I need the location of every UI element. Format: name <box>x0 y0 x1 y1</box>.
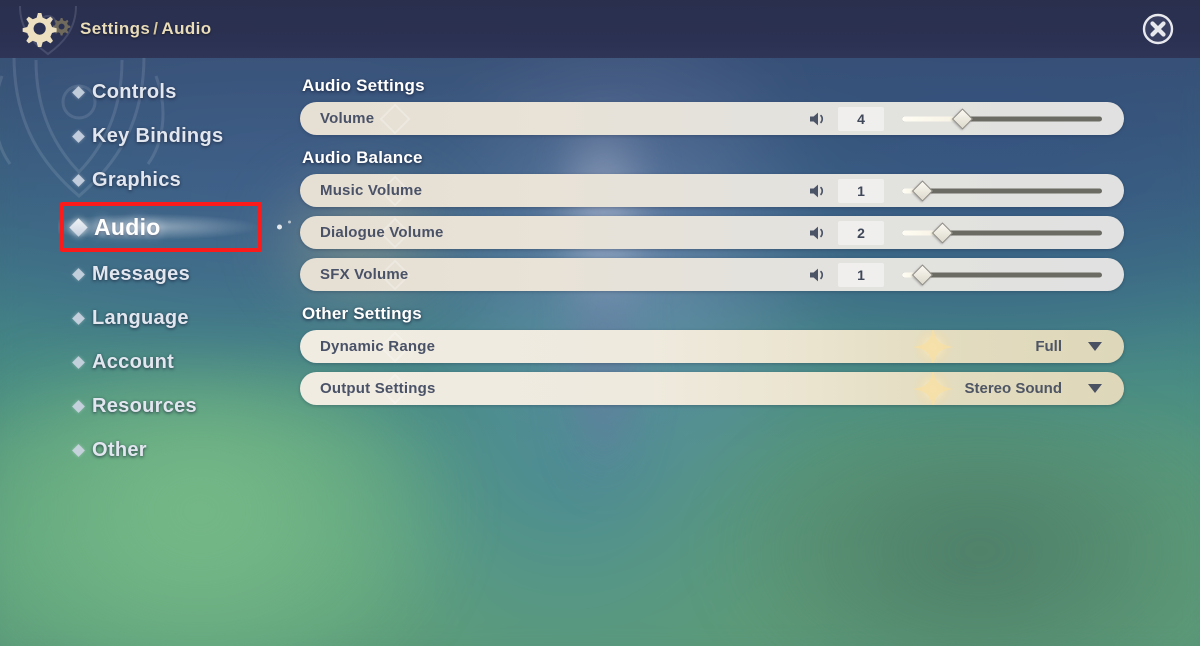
speaker-icon[interactable] <box>808 182 828 200</box>
setting-label: Dynamic Range <box>320 338 436 355</box>
chevron-down-icon[interactable] <box>1088 342 1102 351</box>
breadcrumb-current: Audio <box>161 19 212 38</box>
volume-slider[interactable] <box>902 221 1102 245</box>
close-icon <box>1142 13 1174 45</box>
sparkle-icon <box>910 330 956 363</box>
diamond-bullet-icon <box>72 399 85 413</box>
dropdown-value: Full <box>1035 338 1062 355</box>
breadcrumb-root[interactable]: Settings <box>80 19 150 38</box>
setting-value: 1 <box>838 178 884 203</box>
setting-row-volume[interactable]: Volume 4 <box>300 102 1124 135</box>
diamond-decoration-icon <box>379 102 411 135</box>
sidebar-item-key-bindings[interactable]: Key Bindings <box>0 114 300 158</box>
diamond-bullet-icon <box>72 129 85 143</box>
settings-main-panel: Audio Settings Volume 4 Audio Balance Music … <box>300 76 1132 414</box>
volume-slider[interactable] <box>902 263 1102 287</box>
sidebar-item-label: Language <box>92 306 189 329</box>
settings-screen: Settings / Audio Controls Key Bindings Graph… <box>0 0 1200 646</box>
diamond-bullet-icon <box>69 217 88 237</box>
sidebar-item-controls[interactable]: Controls <box>0 70 300 114</box>
sidebar-item-account[interactable]: Account <box>0 340 300 384</box>
setting-label: Output Settings <box>320 380 436 397</box>
sidebar-item-label: Graphics <box>92 168 182 191</box>
volume-slider[interactable] <box>902 179 1102 203</box>
sidebar-item-audio[interactable]: Audio <box>0 202 300 252</box>
sparkle-icon <box>910 372 956 405</box>
sidebar-item-messages[interactable]: Messages <box>0 252 300 296</box>
gear-icon <box>20 7 72 51</box>
setting-label: Volume <box>320 110 375 127</box>
breadcrumb: Settings / Audio <box>80 19 212 39</box>
section-title: Other Settings <box>302 304 422 323</box>
sidebar-item-language[interactable]: Language <box>0 296 300 340</box>
sparkle-icon <box>277 224 282 230</box>
slider-handle[interactable] <box>951 107 973 130</box>
setting-label: Music Volume <box>320 182 423 199</box>
sidebar-item-other[interactable]: Other <box>0 428 300 472</box>
setting-label: SFX Volume <box>320 266 409 283</box>
setting-label: Dialogue Volume <box>320 224 444 241</box>
chevron-down-icon[interactable] <box>1088 384 1102 393</box>
sidebar-item-label: Key Bindings <box>92 124 224 147</box>
speaker-icon[interactable] <box>808 110 828 128</box>
diamond-bullet-icon <box>72 355 85 369</box>
setting-row-music-volume[interactable]: Music Volume 1 <box>300 174 1124 207</box>
section-title: Audio Settings <box>302 76 425 95</box>
section-title: Audio Balance <box>302 148 423 167</box>
slider-handle[interactable] <box>911 179 933 202</box>
sidebar-item-label: Resources <box>92 394 197 417</box>
breadcrumb-separator: / <box>153 19 159 38</box>
diamond-bullet-icon <box>72 267 85 281</box>
setting-value: 2 <box>838 220 884 245</box>
close-button[interactable] <box>1142 13 1174 45</box>
sidebar-item-label: Controls <box>92 80 177 103</box>
slider-handle[interactable] <box>911 263 933 286</box>
setting-row-dynamic-range[interactable]: Dynamic Range Full <box>300 330 1124 363</box>
setting-value: 1 <box>838 262 884 287</box>
dropdown-value: Stereo Sound <box>964 380 1062 397</box>
setting-row-dialogue-volume[interactable]: Dialogue Volume 2 <box>300 216 1124 249</box>
diamond-bullet-icon <box>72 85 85 99</box>
sidebar-item-resources[interactable]: Resources <box>0 384 300 428</box>
sidebar-item-label: Messages <box>92 262 191 285</box>
speaker-icon[interactable] <box>808 266 828 284</box>
title-bar: Settings / Audio <box>0 0 1200 58</box>
diamond-bullet-icon <box>72 173 85 187</box>
volume-slider[interactable] <box>902 107 1102 131</box>
setting-value: 4 <box>838 106 884 131</box>
diamond-bullet-icon <box>72 443 85 457</box>
setting-row-sfx-volume[interactable]: SFX Volume 1 <box>300 258 1124 291</box>
slider-handle[interactable] <box>931 221 953 244</box>
speaker-icon[interactable] <box>808 224 828 242</box>
settings-sidebar: Controls Key Bindings Graphics Audio Message… <box>0 70 300 472</box>
sidebar-item-label: Account <box>92 350 175 373</box>
diamond-bullet-icon <box>72 311 85 325</box>
sidebar-item-label: Other <box>92 438 147 461</box>
sidebar-item-graphics[interactable]: Graphics <box>0 158 300 202</box>
setting-row-output-settings[interactable]: Output Settings Stereo Sound <box>300 372 1124 405</box>
sidebar-item-label: Audio <box>94 213 161 240</box>
